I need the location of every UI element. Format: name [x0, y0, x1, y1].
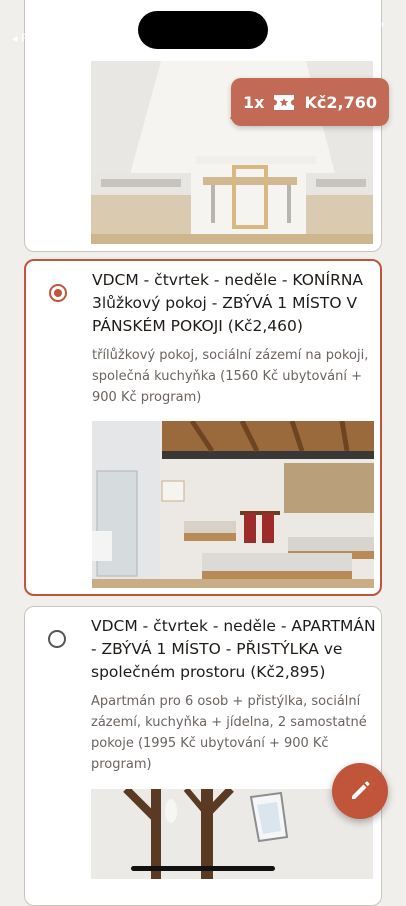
option-title: VDCM - čtvrtek - neděle - KONÍRNA 3lůžko…: [92, 271, 364, 335]
option-card-apartman[interactable]: VDCM - čtvrtek - neděle - APARTMÁN - ZBÝ…: [24, 606, 382, 906]
back-to-app-link[interactable]: ◂ Festapp: [12, 32, 64, 45]
home-indicator[interactable]: [131, 866, 275, 871]
pencil-icon: [352, 781, 370, 799]
status-icons: [331, 18, 384, 31]
option-title: VDCM - čtvrtek - neděle - APARTMÁN - ZBÝ…: [91, 617, 376, 681]
dynamic-island: [138, 11, 268, 49]
cart-summary-button[interactable]: 1x Kč2,760: [231, 78, 389, 126]
cart-quantity: 1x: [243, 92, 265, 112]
radio-selected[interactable]: [49, 284, 67, 302]
option-description: Apartmán pro 6 osob + přistýlka, sociáln…: [91, 694, 367, 772]
option-card-konirna[interactable]: VDCM - čtvrtek - neděle - KONÍRNA 3lůžko…: [24, 259, 382, 596]
room-photo-konirna: [92, 421, 374, 588]
status-bar: 15:25 ◂ Festapp: [0, 0, 406, 56]
status-time: 15:25: [52, 12, 108, 32]
wifi-icon: [331, 18, 349, 31]
radio-unselected[interactable]: [48, 630, 66, 648]
cart-total-price: Kč2,760: [304, 92, 377, 112]
edit-fab-button[interactable]: [332, 763, 388, 819]
option-description: třílůžkový pokoj, sociální zázemí na pok…: [92, 348, 369, 405]
ticket-icon: [274, 94, 295, 110]
battery-icon: [357, 18, 384, 31]
